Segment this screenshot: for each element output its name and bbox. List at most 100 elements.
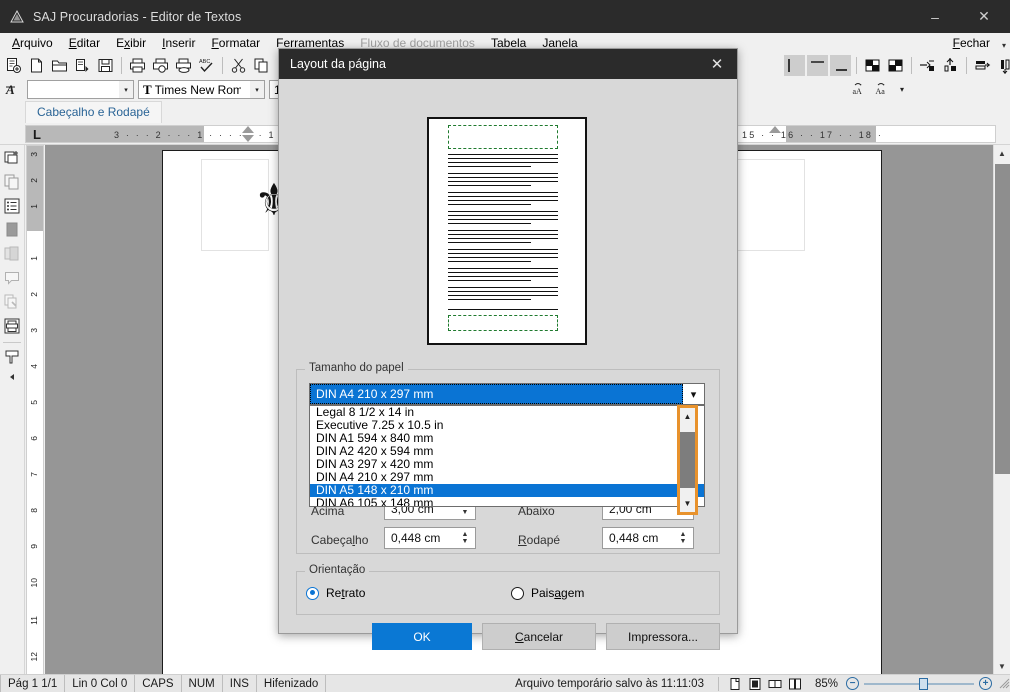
minus-circle-icon[interactable]: −	[846, 677, 859, 690]
plus-circle-icon[interactable]: +	[979, 677, 992, 690]
new-document-icon[interactable]	[26, 55, 47, 76]
chevron-down-icon[interactable]: ▾	[896, 79, 908, 100]
cut-icon[interactable]	[228, 55, 249, 76]
toolbar-separator	[222, 57, 223, 74]
zoom-slider-track[interactable]	[864, 683, 974, 685]
tab-cabecalho-e-rodape[interactable]: Cabeçalho e Rodapé	[25, 101, 162, 123]
menu-editar[interactable]: Editar	[61, 34, 108, 52]
spinner-arrows-icon[interactable]: ▲▼	[673, 528, 693, 548]
vruler-num-8: 8	[29, 508, 43, 513]
dropdown-scrollbar[interactable]: ▲ ▼	[677, 405, 698, 515]
status-num[interactable]: NUM	[182, 675, 223, 692]
border-bottom-icon[interactable]	[830, 55, 851, 76]
copy-icon[interactable]	[251, 55, 272, 76]
spinner-arrows-icon[interactable]: ▲▼	[455, 528, 475, 548]
printer-button[interactable]: Impressora...	[606, 623, 720, 650]
comment-icon[interactable]	[1, 267, 23, 289]
print-icon[interactable]	[127, 55, 148, 76]
insert-row-icon[interactable]	[917, 55, 938, 76]
scrollbar-thumb[interactable]	[995, 164, 1010, 474]
application-window: SAJ Procuradorias - Editor de Textos – ✕…	[0, 0, 1010, 692]
orientation-paisagem-option[interactable]: Paisagem	[511, 586, 584, 600]
orientation-retrato-label: Retrato	[326, 586, 365, 600]
right-indent-marker[interactable]	[769, 126, 781, 133]
export-pdf-icon[interactable]	[173, 55, 194, 76]
split-cells-icon[interactable]	[885, 55, 906, 76]
save-icon[interactable]	[95, 55, 116, 76]
document-vertical-scrollbar[interactable]: ▲ ▼	[993, 145, 1010, 675]
resize-grip[interactable]	[996, 675, 1010, 692]
new-document-with-plus-icon[interactable]	[3, 55, 24, 76]
status-ins[interactable]: INS	[223, 675, 257, 692]
zoom-slider-thumb[interactable]	[919, 678, 928, 690]
status-hyphenation[interactable]: Hifenizado	[257, 675, 326, 692]
minimize-button[interactable]: –	[912, 0, 958, 33]
copy-page-icon[interactable]	[1, 171, 23, 193]
dropdown-scrollbar-thumb[interactable]	[680, 432, 695, 488]
font-name-combo[interactable]: T Times New Roman ▾	[138, 80, 265, 99]
chevron-down-icon[interactable]: ▾	[250, 81, 264, 98]
scroll-up-button[interactable]: ▲	[994, 145, 1010, 162]
border-left-icon[interactable]	[784, 55, 805, 76]
paper-size-combo[interactable]: DIN A4 210 x 297 mm ▾	[309, 383, 705, 405]
left-indent-marker[interactable]	[242, 135, 254, 142]
delete-column-icon[interactable]	[995, 55, 1010, 76]
menu-formatar[interactable]: Formatar	[203, 34, 268, 52]
open-folder-icon[interactable]	[49, 55, 70, 76]
close-window-button[interactable]: ✕	[958, 0, 1010, 33]
menu-arquivo-rest: rquivo	[20, 36, 53, 50]
border-top-icon[interactable]	[807, 55, 828, 76]
menu-exibir[interactable]: Exibir	[108, 34, 154, 52]
ok-button[interactable]: OK	[372, 623, 472, 650]
duplicate-page-icon[interactable]	[1, 243, 23, 265]
status-caps[interactable]: CAPS	[135, 675, 181, 692]
radio-unselected-icon[interactable]	[511, 587, 524, 600]
vertical-ruler[interactable]: 3 2 1 1 2 3 4 5 6 7 8 9 10 11 12	[26, 145, 44, 675]
delete-row-icon[interactable]	[972, 55, 993, 76]
collapse-arrow-icon[interactable]	[1, 370, 23, 384]
zoom-slider[interactable]: − +	[846, 677, 992, 690]
close-icon[interactable]: ✕	[697, 49, 737, 79]
single-page-view-icon[interactable]	[725, 675, 745, 692]
tab-stop-left-icon[interactable]: L	[28, 125, 46, 143]
insert-column-icon[interactable]	[940, 55, 961, 76]
margin-rodape-field[interactable]: 0,448 cm ▲▼	[602, 527, 694, 549]
character-style-icon[interactable]: A	[3, 79, 24, 100]
radio-selected-icon[interactable]	[306, 587, 319, 600]
book-view-icon[interactable]	[765, 675, 785, 692]
link-icon[interactable]	[1, 291, 23, 313]
header-left-frame[interactable]: ⚜	[201, 159, 269, 251]
multi-page-view-icon[interactable]	[745, 675, 765, 692]
side-by-side-view-icon[interactable]	[785, 675, 805, 692]
first-line-indent-marker[interactable]	[242, 126, 254, 133]
scroll-down-button[interactable]: ▼	[994, 658, 1010, 675]
margin-cabecalho-field[interactable]: 0,448 cm ▲▼	[384, 527, 476, 549]
dialog-title: Layout da página	[290, 57, 386, 71]
paper-size-selected-value: DIN A4 210 x 297 mm	[310, 384, 683, 404]
list-item[interactable]: DIN A6 105 x 148 mm	[310, 497, 704, 507]
chevron-down-icon[interactable]: ▾	[1002, 41, 1006, 50]
insert-field-icon[interactable]	[1, 147, 23, 169]
print-section-icon[interactable]	[1, 315, 23, 337]
chevron-down-icon[interactable]: ▼	[680, 495, 695, 512]
list-icon[interactable]	[1, 195, 23, 217]
vruler-num-7: 7	[29, 472, 43, 477]
uppercase-icon[interactable]: aA	[850, 79, 871, 100]
paper-size-dropdown-list[interactable]: Legal 8 1/2 x 14 in Executive 7.25 x 10.…	[309, 405, 705, 507]
menu-fechar[interactable]: Fechar	[945, 34, 998, 52]
lowercase-icon[interactable]: Aa	[873, 79, 894, 100]
paragraph-style-combo[interactable]: ▾	[27, 80, 134, 99]
page-icon[interactable]	[1, 219, 23, 241]
open-recent-icon[interactable]	[72, 55, 93, 76]
merge-cells-icon[interactable]	[862, 55, 883, 76]
spellcheck-icon[interactable]: ABC	[196, 55, 217, 76]
cancel-button[interactable]: Cancelar	[482, 623, 596, 650]
menu-arquivo[interactable]: Arquivo	[4, 34, 61, 52]
menu-inserir[interactable]: Inserir	[154, 34, 203, 52]
chevron-up-icon[interactable]: ▲	[680, 408, 695, 425]
orientation-retrato-option[interactable]: Retrato	[306, 586, 365, 600]
chevron-down-icon[interactable]: ▾	[683, 384, 704, 404]
print-preview-icon[interactable]	[150, 55, 171, 76]
chevron-down-icon[interactable]: ▾	[119, 81, 133, 98]
format-paint-icon[interactable]	[1, 346, 23, 368]
